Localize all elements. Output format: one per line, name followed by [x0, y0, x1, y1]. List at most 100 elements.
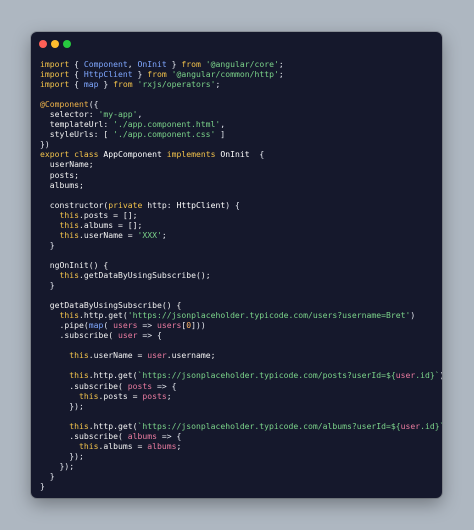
code-line: .subscribe( user => {: [40, 330, 442, 340]
code-token: `https://jsonplaceholder.typicode.com/po…: [137, 370, 396, 381]
code-line: selector: 'my-app',: [40, 109, 442, 119]
code-token: user: [400, 420, 421, 431]
code-token: 'rxjs/operators': [137, 79, 216, 90]
code-token: user: [395, 370, 416, 381]
code-token: this: [69, 370, 89, 381]
code-token: this: [78, 390, 99, 401]
code-token: 'XXX': [137, 229, 162, 240]
close-dot-icon[interactable]: [39, 40, 47, 48]
code-line: .subscribe( albums => {: [40, 431, 442, 441]
code-token: }: [40, 280, 55, 291]
code-token: this: [59, 229, 80, 240]
code-token: '@angular/core': [205, 59, 279, 69]
code-token: this: [59, 219, 80, 230]
code-line: getDataByUsingSubscribe() {: [40, 300, 442, 310]
code-token: private: [108, 199, 143, 210]
code-line: import { HttpClient } from '@angular/com…: [40, 69, 442, 79]
code-token: import: [40, 79, 70, 90]
code-line: this.userName = 'XXX';: [40, 230, 442, 240]
code-line: templateUrl: './app.component.html',: [40, 119, 442, 129]
code-token: (: [103, 320, 114, 331]
code-token: export class: [40, 149, 99, 160]
code-line: this.getDataByUsingSubscribe();: [40, 270, 442, 280]
code-token: {: [69, 69, 84, 80]
code-token: .pipe(: [40, 320, 89, 331]
code-token: implements: [166, 149, 216, 160]
code-token: posts;: [40, 169, 79, 180]
code-token: .getDataByUsingSubscribe();: [79, 269, 211, 280]
code-token: .http.get(: [88, 420, 138, 431]
code-line: }: [40, 240, 442, 250]
code-token: });: [40, 400, 84, 411]
code-token: }: [40, 480, 45, 491]
code-block: import { Component, OnInit } from '@angu…: [40, 59, 442, 491]
code-token: {: [249, 149, 265, 160]
code-token: .http.get(: [79, 310, 128, 321]
code-token: .albums =: [98, 440, 148, 451]
code-token: this: [69, 350, 89, 361]
code-token: user: [117, 330, 138, 341]
code-token: OnInit: [137, 59, 167, 69]
code-token: .id}`: [420, 420, 442, 431]
code-token: import: [40, 69, 70, 80]
code-line: });: [40, 461, 442, 471]
code-token: }: [40, 470, 55, 481]
code-line: }): [40, 139, 442, 149]
code-token: this: [59, 209, 80, 220]
code-token: albums;: [40, 179, 84, 190]
code-token: }: [40, 239, 55, 250]
code-token: './app.component.css': [113, 129, 216, 140]
code-token: posts: [142, 390, 167, 401]
code-token: from: [113, 79, 133, 90]
code-token: ,: [220, 119, 226, 130]
code-token: 'https://jsonplaceholder.typicode.com/us…: [127, 310, 411, 321]
code-line: }: [40, 481, 442, 491]
code-token: `https://jsonplaceholder.typicode.com/al…: [137, 420, 401, 431]
code-token: AppComponent: [103, 149, 162, 160]
code-line: this.http.get('https://jsonplaceholder.t…: [40, 310, 442, 320]
code-token: Component: [83, 59, 128, 69]
code-token: });: [40, 450, 84, 461]
code-token: {: [69, 79, 84, 90]
code-token: '@angular/common/http': [171, 69, 279, 80]
minimize-dot-icon[interactable]: [51, 40, 59, 48]
code-token: map: [88, 320, 104, 331]
code-token: getDataByUsingSubscribe() {: [40, 300, 182, 311]
code-token: albums: [147, 440, 177, 451]
code-token: .http.get(: [88, 370, 138, 381]
code-window: import { Component, OnInit } from '@angu…: [31, 32, 442, 498]
code-token: http: [147, 199, 167, 210]
code-token: .username;: [166, 350, 216, 361]
code-token: =>: [137, 320, 157, 331]
code-line: }: [40, 471, 442, 481]
code-token: ,: [137, 109, 143, 120]
zoom-dot-icon[interactable]: [63, 40, 71, 48]
code-token: ])): [191, 320, 206, 331]
code-token: './app.component.html': [113, 119, 221, 130]
code-token: ngOnInit() {: [40, 259, 109, 270]
code-token: templateUrl:: [40, 119, 114, 130]
code-line: userName;: [40, 159, 442, 169]
code-token: }): [40, 139, 50, 150]
code-token: ): [410, 310, 416, 321]
window-titlebar: [31, 32, 442, 58]
code-line: });: [40, 451, 442, 461]
code-token: this: [78, 440, 99, 451]
code-token: ;: [166, 390, 172, 401]
code-line: this.http.get(`https://jsonplaceholder.t…: [40, 421, 442, 431]
code-token: ;: [215, 79, 221, 90]
code-token: user: [147, 350, 167, 361]
code-token: ) {: [225, 199, 240, 210]
